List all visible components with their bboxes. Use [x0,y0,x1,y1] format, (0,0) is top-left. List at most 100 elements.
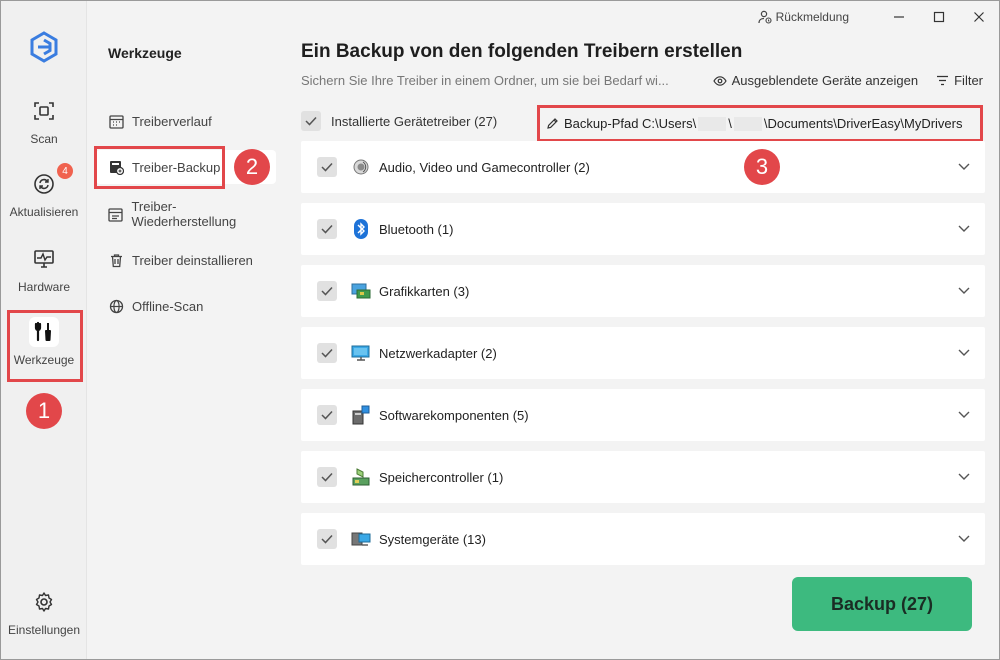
show-hidden-devices-label: Ausgeblendete Geräte anzeigen [731,73,919,88]
list-item[interactable]: Grafikkarten (3) [301,265,985,317]
category-label: Bluetooth (1) [379,221,454,237]
checkmark-icon [321,286,333,296]
category-label: Audio, Video und Gamecontroller (2) [379,159,590,175]
calendar-icon [108,113,124,129]
subnav-item-label: Treiberverlauf [132,113,212,129]
chevron-down-icon[interactable] [957,221,971,235]
installed-drivers-header: Installierte Gerätetreiber (27) [301,111,497,131]
rail-item-label: Scan [30,132,58,146]
subnav-item-driver-restore[interactable]: Treiber-Wiederherstellung [96,197,276,231]
list-item[interactable]: Bluetooth (1) [301,203,985,255]
chevron-down-icon[interactable] [957,345,971,359]
list-item[interactable]: Audio, Video und Gamecontroller (2) [301,141,985,193]
rail-item-label: Einstellungen [7,623,81,637]
annotation-highlight-backup [94,146,225,189]
rail-item-hardware[interactable]: Hardware [1,244,87,294]
redacted-username [733,116,762,131]
annotation-number-2: 2 [234,149,270,185]
checkmark-icon [321,162,333,172]
refresh-icon [29,169,59,199]
title-bar: Rückmeldung [758,1,999,33]
speaker-icon [351,157,371,177]
minimize-button[interactable] [879,1,919,33]
backup-path-field[interactable]: Backup-Pfad C:\Users\ \ \Documents\DriverE… [537,105,983,142]
chevron-down-icon[interactable] [957,531,971,545]
list-item[interactable]: Softwarekomponenten (5) [301,389,985,441]
filter-label: Filter [954,73,983,88]
feedback-user-icon [758,10,772,24]
rail-item-scan[interactable]: Scan [1,96,87,146]
chevron-down-icon[interactable] [957,283,971,297]
page-subtitle: Sichern Sie Ihre Treiber in einem Ordner… [301,73,669,88]
subnav-item-label: Treiber deinstallieren [132,252,253,268]
update-count-badge: 4 [57,163,73,179]
list-item[interactable]: Netzwerkadapter (2) [301,327,985,379]
checkmark-icon [321,534,333,544]
checkmark-icon [321,348,333,358]
scan-icon [29,96,59,126]
checkmark-icon [321,472,333,482]
category-checkbox[interactable] [317,343,337,363]
select-all-checkbox[interactable] [301,111,321,131]
chevron-down-icon[interactable] [957,469,971,483]
globe-icon [108,298,124,314]
checkmark-icon [305,116,317,126]
bluetooth-icon [351,219,371,239]
close-button[interactable] [959,1,999,33]
filter-button[interactable]: Filter [936,73,983,88]
category-checkbox[interactable] [317,281,337,301]
rail-item-label: Hardware [17,280,71,294]
feedback-label: Rückmeldung [775,10,849,24]
network-adapter-icon [351,343,371,363]
checkmark-icon [321,410,333,420]
subnav-item-uninstall-driver[interactable]: Treiber deinstallieren [96,243,276,277]
maximize-icon [933,11,945,23]
subnav-item-driver-history[interactable]: Treiberverlauf [96,104,276,138]
category-checkbox[interactable] [317,405,337,425]
chevron-down-icon[interactable] [957,159,971,173]
category-label: Netzwerkadapter (2) [379,345,497,361]
category-label: Grafikkarten (3) [379,283,470,299]
system-device-icon [351,529,371,549]
minimize-icon [894,16,904,18]
close-icon [974,12,984,22]
gear-icon [29,587,59,617]
backup-path-suffix: \Documents\DriverEasy\MyDrivers [763,116,963,131]
app-window: Scan 4 Aktualisieren Hardware Werkzeuge [0,0,1000,660]
restore-icon [108,206,123,222]
subnav-item-label: Treiber-Wiederherstellung [131,199,237,229]
maximize-button[interactable] [919,1,959,33]
annotation-highlight-tools [7,310,83,382]
rail-item-settings[interactable]: Einstellungen [1,587,87,637]
top-actions: Ausgeblendete Geräte anzeigen Filter [695,73,983,88]
subnav-item-offline-scan[interactable]: Offline-Scan [96,289,276,323]
eye-icon [712,75,727,86]
subnav-title: Werkzeuge [108,45,182,61]
category-checkbox[interactable] [317,219,337,239]
filter-icon [937,75,949,86]
list-item[interactable]: Speichercontroller (1) [301,451,985,503]
annotation-number-1: 1 [26,393,62,429]
backup-button[interactable]: Backup (27) [792,577,972,631]
category-checkbox[interactable] [317,529,337,549]
category-checkbox[interactable] [317,467,337,487]
app-logo-icon [28,31,60,63]
tools-subnav: Werkzeuge Treiberverlauf Treiber-Backup … [88,1,288,659]
rail-item-update[interactable]: 4 Aktualisieren [1,163,87,219]
category-label: Speichercontroller (1) [379,469,504,485]
backup-path-middle: \ [728,116,732,131]
show-hidden-devices-button[interactable]: Ausgeblendete Geräte anzeigen [712,73,919,88]
category-label: Softwarekomponenten (5) [379,407,529,423]
software-component-icon [351,405,371,425]
graphics-card-icon [351,281,371,301]
rail-item-label: Aktualisieren [9,205,79,219]
annotation-number-3: 3 [744,149,780,185]
list-item[interactable]: Systemgeräte (13) [301,513,985,565]
feedback-button[interactable]: Rückmeldung [758,10,849,24]
page-title: Ein Backup von den folgenden Treibern er… [301,41,743,62]
trash-icon [108,252,124,268]
storage-controller-icon [351,467,371,487]
chevron-down-icon[interactable] [957,407,971,421]
category-checkbox[interactable] [317,157,337,177]
hardware-monitor-icon [29,244,59,274]
